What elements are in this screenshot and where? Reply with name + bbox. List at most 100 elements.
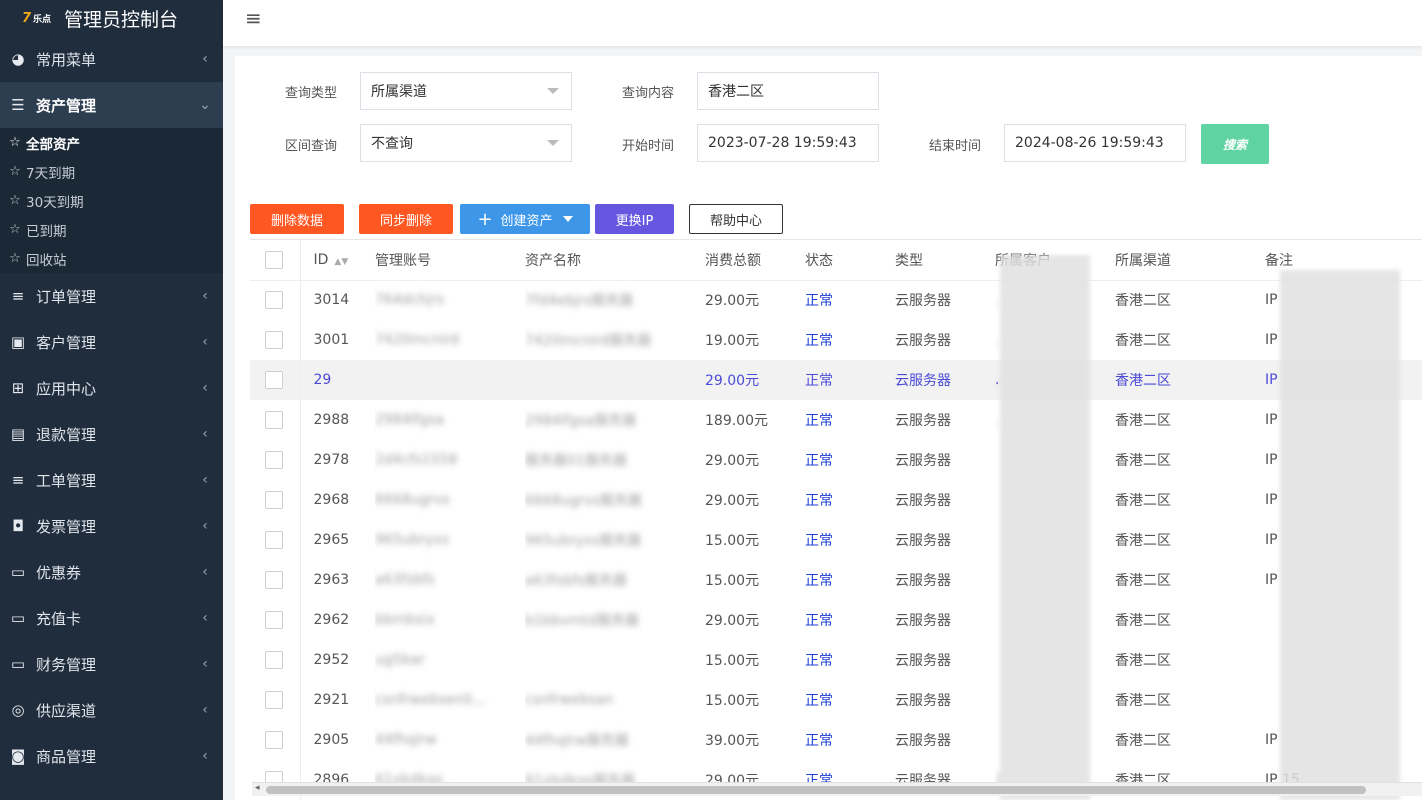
end-time-value: 2024-08-26 19:59:43 xyxy=(1015,135,1164,151)
sidebar-item-3[interactable]: ▣ 客户管理 ‹ xyxy=(0,319,223,365)
row-select-cell xyxy=(250,520,301,560)
cell-account: bbmbsix xyxy=(375,612,435,628)
cell-channel: 香港二区 xyxy=(1115,613,1171,629)
sort-icon[interactable]: ▲▼ xyxy=(334,257,348,267)
cell-id: 2963 xyxy=(313,572,350,588)
cell-status: 正常 xyxy=(805,453,833,469)
header-name: 资产名称 xyxy=(525,240,705,281)
list-icon: ≡ xyxy=(11,471,25,489)
cell-amount: 29.00元 xyxy=(705,360,805,400)
privacy-mosaic xyxy=(1280,270,1400,800)
query-type-select[interactable]: 所属渠道 xyxy=(360,72,572,110)
chevron-left-icon: ‹ xyxy=(202,472,208,488)
row-checkbox[interactable] xyxy=(265,451,283,469)
cell-amount: 29.00元 xyxy=(705,293,760,310)
submenu-item-4[interactable]: ☆ 回收站 xyxy=(0,244,223,273)
cell-id: 2978 xyxy=(313,452,350,468)
row-checkbox[interactable] xyxy=(265,371,283,389)
horizontal-scrollbar[interactable]: ◂ xyxy=(252,782,1422,796)
sidebar-item-4[interactable]: ⊞ 应用中心 ‹ xyxy=(0,365,223,411)
cell-id: 2965 xyxy=(313,532,350,548)
sidebar-item-7[interactable]: ◘ 发票管理 ‹ xyxy=(0,503,223,549)
sidebar-item-6[interactable]: ≡ 工单管理 ‹ xyxy=(0,457,223,503)
change-ip-button[interactable]: 更换IP xyxy=(595,204,674,234)
row-select-cell xyxy=(250,440,301,480)
scroll-left-icon[interactable]: ◂ xyxy=(255,783,260,793)
sidebar-item-0[interactable]: ◕ 常用菜单 ‹ xyxy=(0,36,223,82)
row-checkbox[interactable] xyxy=(265,291,283,310)
sidebar-item-12[interactable]: ◙ 商品管理 ‹ xyxy=(0,733,223,779)
sidebar-item-9[interactable]: ▭ 充值卡 ‹ xyxy=(0,595,223,641)
select-all-checkbox[interactable] xyxy=(265,250,283,269)
table-row[interactable]: 2905 44fhqlrw 44fhqlrw服务器 39.00元 正常 云服务器 香港二区 I… xyxy=(250,720,1422,760)
sidebar-item-label: 财务管理 xyxy=(36,655,97,674)
submenu-item-2[interactable]: ☆ 30天到期 xyxy=(0,186,223,215)
submenu-item-0[interactable]: ☆ 全部资产 xyxy=(0,128,223,157)
row-select-cell xyxy=(250,360,301,400)
row-checkbox[interactable] xyxy=(265,491,283,509)
chevron-left-icon: ‹ xyxy=(202,610,208,626)
row-select-cell xyxy=(250,560,301,600)
chevron-left-icon: ‹ xyxy=(202,748,208,764)
start-time-input[interactable]: 2023-07-28 19:59:43 xyxy=(697,124,879,162)
range-query-select[interactable]: 不查询 xyxy=(360,124,572,162)
sidebar-item-10[interactable]: ▭ 财务管理 ‹ xyxy=(0,641,223,687)
cell-type: 云服务器 xyxy=(895,573,951,589)
help-center-button[interactable]: 帮助中心 xyxy=(689,204,783,234)
scrollbar-thumb[interactable] xyxy=(266,786,1366,794)
submenu-item-1[interactable]: ☆ 7天到期 xyxy=(0,157,223,186)
sidebar-item-1[interactable]: ☰ 资产管理 ⌄ xyxy=(0,82,223,128)
row-checkbox[interactable] xyxy=(265,571,283,589)
row-checkbox[interactable] xyxy=(265,531,283,549)
table-row[interactable]: 2962 bbmbsix b1bbvmtd服务器 29.00元 正常 云服务器 香港二区 xyxy=(250,600,1422,640)
sync-delete-button[interactable]: 同步删除 xyxy=(359,204,453,234)
cell-account: a63fsbfs xyxy=(375,572,435,588)
search-button[interactable]: 搜索 xyxy=(1201,124,1269,164)
sidebar-item-5[interactable]: ▤ 退款管理 ‹ xyxy=(0,411,223,457)
cell-account: 44fhqlrw xyxy=(375,732,437,748)
table-row[interactable]: 2921 csnfrwebsen0... csnfrwebsan 15.00元 正常 云服… xyxy=(250,680,1422,720)
table-row[interactable]: 2988 2984lfgsa 2984lfgsa服务器 189.00元 正常 云服务器. 香… xyxy=(250,400,1422,440)
table-row[interactable]: 2952 ug5bar 15.00元 正常 云服务器 香港二区 xyxy=(250,640,1422,680)
cell-name xyxy=(525,640,705,680)
cell-status: 正常 xyxy=(805,360,895,400)
row-checkbox[interactable] xyxy=(265,651,283,669)
row-select-cell xyxy=(250,320,301,360)
create-asset-button[interactable]: + 创建资产 xyxy=(460,204,590,234)
cell-channel: 香港二区 xyxy=(1115,733,1171,749)
table-row[interactable]: 2963 a63fsbfs a63fsbfs服务器 15.00元 正常 云服务器 香港二区 I… xyxy=(250,560,1422,600)
sidebar-item-11[interactable]: ◎ 供应渠道 ‹ xyxy=(0,687,223,733)
cell-amount: 29.00元 xyxy=(705,613,760,629)
row-checkbox[interactable] xyxy=(265,731,283,749)
row-checkbox[interactable] xyxy=(265,411,283,429)
header-id[interactable]: ID ▲▼ xyxy=(300,240,375,281)
table-row[interactable]: 2968 6668ugrvs 6668ugrvs服务器 29.00元 正常 云服务器 香港二… xyxy=(250,480,1422,520)
privacy-mosaic xyxy=(1000,255,1090,800)
chevron-down-icon: ⌄ xyxy=(199,97,211,113)
query-content-input[interactable]: 香港二区 xyxy=(697,72,879,110)
cell-name xyxy=(525,360,705,400)
sidebar-item-2[interactable]: ≡ 订单管理 ‹ xyxy=(0,273,223,319)
cell-id: 29 xyxy=(300,360,375,400)
table-row[interactable]: 2965 965ubryxs 965ubryxs服务器 15.00元 正常 云服务器 香港二… xyxy=(250,520,1422,560)
sidebar-item-8[interactable]: ▭ 优惠券 ‹ xyxy=(0,549,223,595)
delete-data-button[interactable]: 删除数据 xyxy=(250,204,344,234)
cell-status: 正常 xyxy=(805,493,833,509)
table-row[interactable]: 3001 7420mcnird 7420mcnird服务器 19.00元 正常 云服务器.… xyxy=(250,320,1422,360)
cell-channel: 香港二区 xyxy=(1115,573,1171,589)
table-row[interactable]: 29 29.00元 正常 云服务器. 香港二区 IP xyxy=(250,360,1422,400)
row-checkbox[interactable] xyxy=(265,691,283,709)
row-checkbox[interactable] xyxy=(265,611,283,629)
hamburger-menu-icon[interactable]: ≡ xyxy=(245,6,262,30)
table-row[interactable]: 2978 2d4cfs1558 服务器01服务器 29.00元 正常 云服务器 香港二区 IP xyxy=(250,440,1422,480)
life-ring-icon: ◎ xyxy=(11,701,25,719)
row-checkbox[interactable] xyxy=(265,331,283,349)
table-row[interactable]: 3014 764dchjrs 7fd4ebjrs服务器 29.00元 正常 云服务器. 香港… xyxy=(250,280,1422,320)
submenu-item-label: 7天到期 xyxy=(26,165,76,182)
cell-status: 正常 xyxy=(805,333,833,349)
cell-name: 6668ugrvs服务器 xyxy=(525,493,642,509)
cell-id: 3014 xyxy=(313,292,350,309)
end-time-input[interactable]: 2024-08-26 19:59:43 xyxy=(1004,124,1186,162)
submenu-item-3[interactable]: ☆ 已到期 xyxy=(0,215,223,244)
cell-status: 正常 xyxy=(805,693,833,709)
